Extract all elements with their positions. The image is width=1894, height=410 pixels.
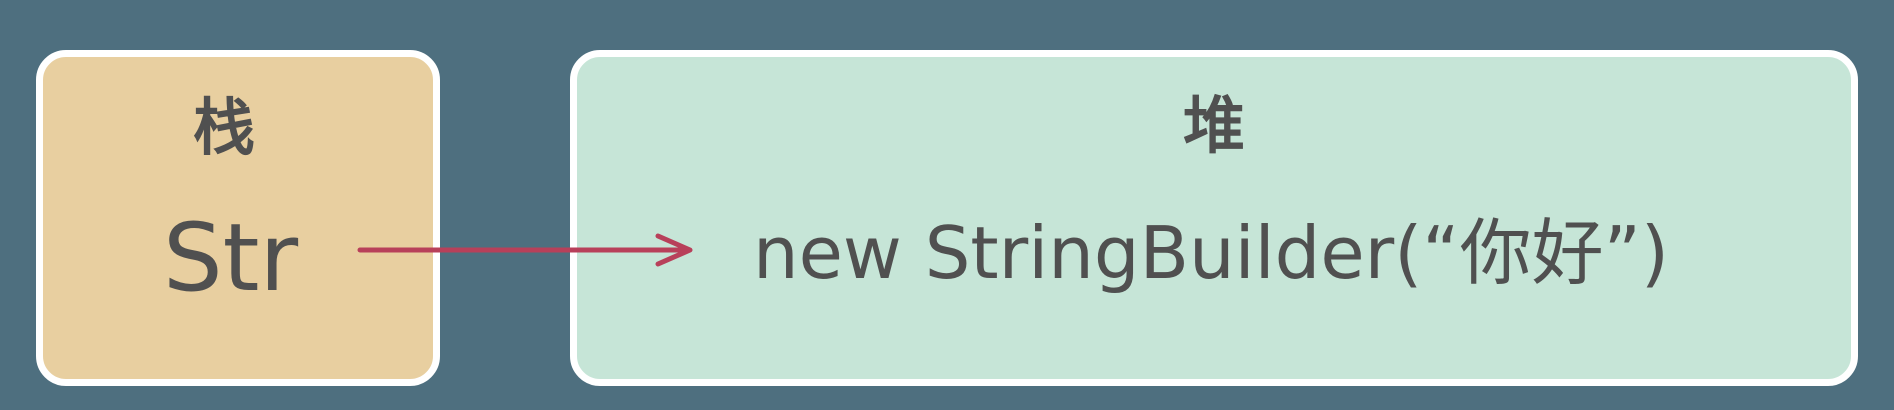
stack-title: 栈 — [193, 91, 256, 164]
reference-arrow — [357, 233, 693, 267]
heap-box: 堆 new StringBuilder(“你好”) — [570, 50, 1858, 386]
stack-variable-label: Str — [163, 204, 299, 313]
heap-object-label: new StringBuilder(“你好”) — [753, 211, 1669, 295]
stack-box: 栈 Str — [36, 50, 440, 386]
heap-title: 堆 — [1182, 89, 1245, 162]
